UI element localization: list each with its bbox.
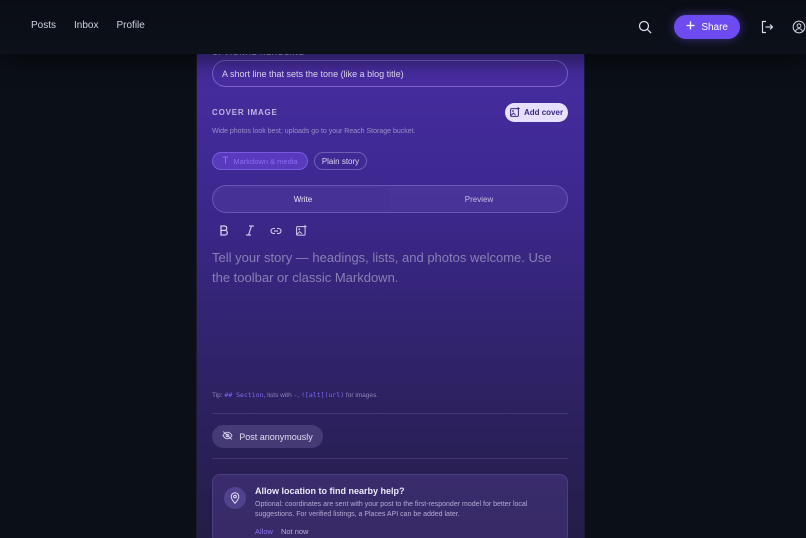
italic-icon[interactable] (241, 223, 258, 238)
location-description: Optional: coordinates are sent with your… (255, 501, 528, 518)
story-editor[interactable]: Tell your story — headings, lists, and p… (212, 248, 568, 288)
image-icon[interactable] (293, 223, 310, 238)
editor-tabs: Write Preview (212, 185, 568, 213)
bold-icon[interactable] (215, 223, 232, 238)
mode-markdown-toggle[interactable]: Markdown & media (212, 152, 308, 170)
nav-inbox[interactable]: Inbox (74, 20, 98, 31)
tab-write[interactable]: Write (215, 188, 391, 211)
link-icon[interactable] (267, 223, 284, 238)
mode-plain-toggle[interactable]: Plain story (314, 152, 367, 170)
headline-input[interactable]: A short line that sets the tone (like a … (212, 60, 568, 87)
map-pin-icon (224, 487, 246, 509)
add-cover-button[interactable]: Add cover (505, 103, 568, 122)
top-nav: Posts Inbox Profile Share (0, 0, 806, 54)
tip-middle: , lists with (263, 392, 294, 399)
tab-preview[interactable]: Preview (391, 188, 567, 211)
add-cover-label: Add cover (523, 108, 564, 117)
eye-off-icon (222, 431, 233, 442)
allow-location-button[interactable]: Allow (255, 527, 273, 536)
cover-hint: Wide photos look best; uploads go to you… (212, 128, 416, 135)
location-actions: Allow Not now (255, 527, 308, 536)
post-anonymously-toggle[interactable]: Post anonymously (212, 425, 323, 448)
nav-posts[interactable]: Posts (31, 20, 56, 31)
plus-icon (686, 21, 695, 33)
share-button[interactable]: Share (674, 15, 740, 39)
text-cursor-icon (222, 156, 229, 166)
location-title: Allow location to find nearby help? (255, 486, 405, 496)
user-circle-icon[interactable] (792, 16, 806, 38)
nav-profile[interactable]: Profile (116, 20, 144, 31)
nav-links: Posts Inbox Profile (31, 20, 145, 31)
top-actions: Share (634, 14, 806, 40)
image-add-icon (510, 106, 520, 119)
not-now-button[interactable]: Not now (281, 527, 309, 536)
share-label: Share (701, 21, 728, 33)
tip-code-section: ## Section (224, 391, 264, 399)
tip-suffix: for images. (344, 392, 379, 399)
tip-code-image: ![alt](url) (301, 391, 345, 399)
search-icon[interactable] (634, 16, 656, 38)
divider (212, 413, 568, 414)
divider (212, 458, 568, 459)
markdown-tip: Tip: ## Section, lists with -, ![alt](ur… (212, 391, 378, 399)
tip-prefix: Tip: (212, 392, 225, 399)
mode-markdown-label: Markdown & media (233, 156, 298, 166)
anon-label: Post anonymously (239, 431, 313, 442)
cover-image-label: COVER IMAGE (212, 108, 278, 117)
format-toolbar (215, 223, 310, 238)
location-permission-card: Allow location to find nearby help? Opti… (212, 474, 568, 538)
compose-panel: OPTIONAL HEADLINE A short line that sets… (197, 0, 584, 538)
logout-icon[interactable] (756, 16, 778, 38)
